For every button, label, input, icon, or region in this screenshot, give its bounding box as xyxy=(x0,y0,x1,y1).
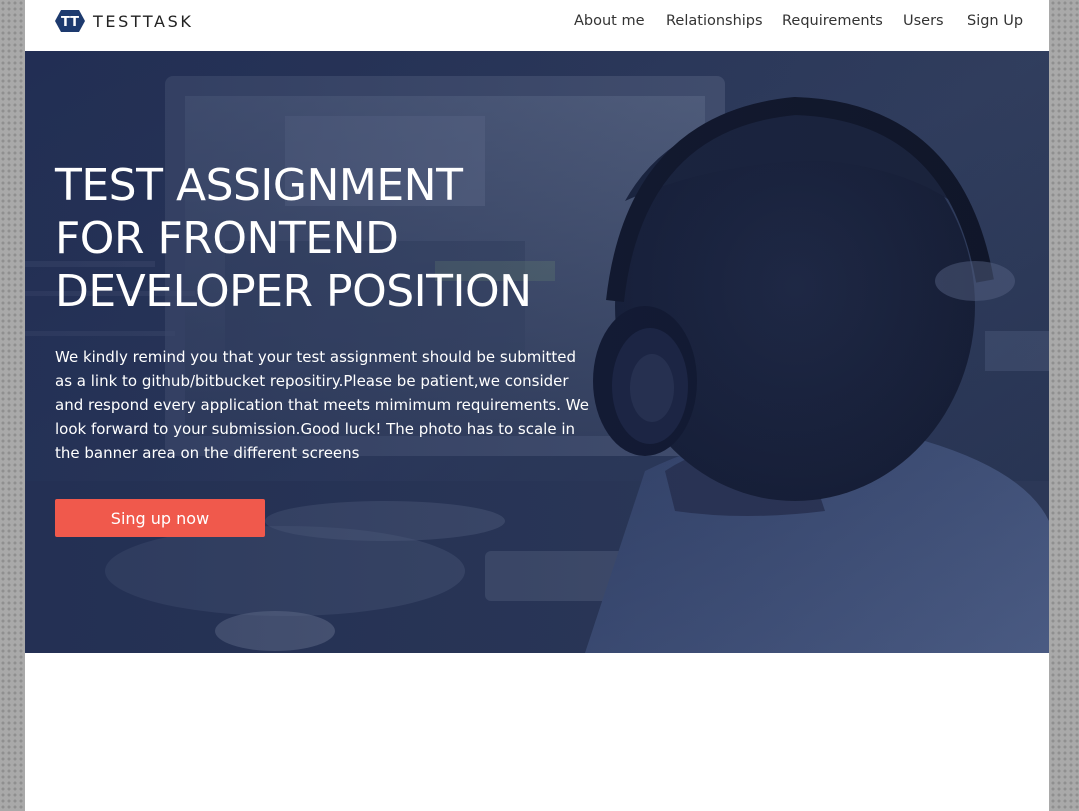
hero-title-line-3: DEVELOPER POSITION xyxy=(55,266,532,317)
sign-up-now-button[interactable]: Sing up now xyxy=(55,499,265,537)
nav-item-users[interactable]: Users xyxy=(903,13,944,29)
hero-title-line-2: FOR FRONTEND xyxy=(55,213,399,264)
nav-item-relationships[interactable]: Relationships xyxy=(666,13,763,29)
nav-item-requirements[interactable]: Requirements xyxy=(782,13,883,29)
hero-description: We kindly remind you that your test assi… xyxy=(55,348,589,462)
page-container: TT TESTTASK About me Relationships Requi… xyxy=(25,0,1049,811)
site-header: TT TESTTASK About me Relationships Requi… xyxy=(25,0,1049,51)
hero-title: TEST ASSIGNMENT FOR FRONTEND DEVELOPER P… xyxy=(55,159,675,318)
nav-item-sign-up[interactable]: Sign Up xyxy=(967,13,1023,29)
hero-title-line-1: TEST ASSIGNMENT xyxy=(55,160,463,211)
hero-banner: TEST ASSIGNMENT FOR FRONTEND DEVELOPER P… xyxy=(25,51,1049,653)
nav-item-about-me[interactable]: About me xyxy=(574,13,645,29)
main-nav: About me Relationships Requirements User… xyxy=(25,0,1049,44)
